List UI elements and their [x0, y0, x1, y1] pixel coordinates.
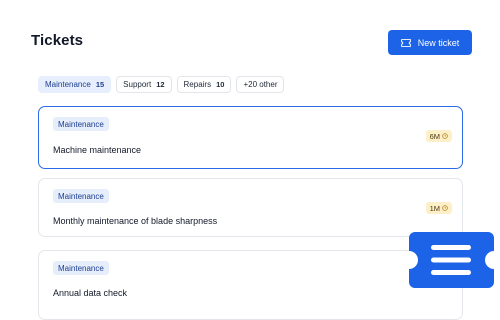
ticket-title: Monthly maintenance of blade sharpness: [53, 216, 218, 226]
filter-chip-repairs[interactable]: Repairs 10: [176, 76, 232, 93]
filter-chip-label: +20 other: [243, 80, 278, 89]
category-filters: Maintenance 15 Support 12 Repairs 10 +20…: [38, 76, 285, 93]
clock-icon: [442, 133, 448, 139]
ticket-card[interactable]: Maintenance Monthly maintenance of blade…: [38, 178, 463, 237]
filter-chip-label: Support: [123, 80, 152, 89]
ticket-card[interactable]: Maintenance Annual data check: [38, 250, 463, 320]
ticket-title: Machine maintenance: [53, 145, 142, 155]
age-badge: 1M: [425, 202, 452, 214]
ticket-card[interactable]: Maintenance Machine maintenance 6M: [38, 106, 463, 169]
filter-chip-count: 10: [216, 80, 225, 89]
clock-icon: [442, 205, 448, 211]
new-ticket-label: New ticket: [417, 37, 460, 48]
filter-chip-maintenance[interactable]: Maintenance 15: [38, 76, 112, 93]
ticket-title: Annual data check: [53, 288, 128, 298]
filter-chip-count: 15: [95, 80, 105, 89]
ticket-icon: [409, 232, 494, 288]
age-badge-value: 1M: [429, 203, 440, 213]
page-title: Tickets: [31, 32, 84, 49]
filter-chip-count: 12: [156, 80, 165, 89]
category-tag: Maintenance: [53, 189, 109, 203]
category-tag: Maintenance: [53, 261, 109, 275]
filter-chip-label: Repairs: [183, 80, 212, 89]
new-ticket-button[interactable]: New ticket: [388, 30, 472, 55]
filter-chip-more[interactable]: +20 other: [236, 76, 285, 93]
age-badge-value: 6M: [429, 131, 440, 141]
filter-chip-support[interactable]: Support 12: [116, 76, 172, 93]
age-badge: 6M: [425, 130, 452, 142]
ticket-icon: [400, 38, 411, 47]
filter-chip-label: Maintenance: [45, 80, 91, 89]
category-tag: Maintenance: [53, 117, 109, 131]
